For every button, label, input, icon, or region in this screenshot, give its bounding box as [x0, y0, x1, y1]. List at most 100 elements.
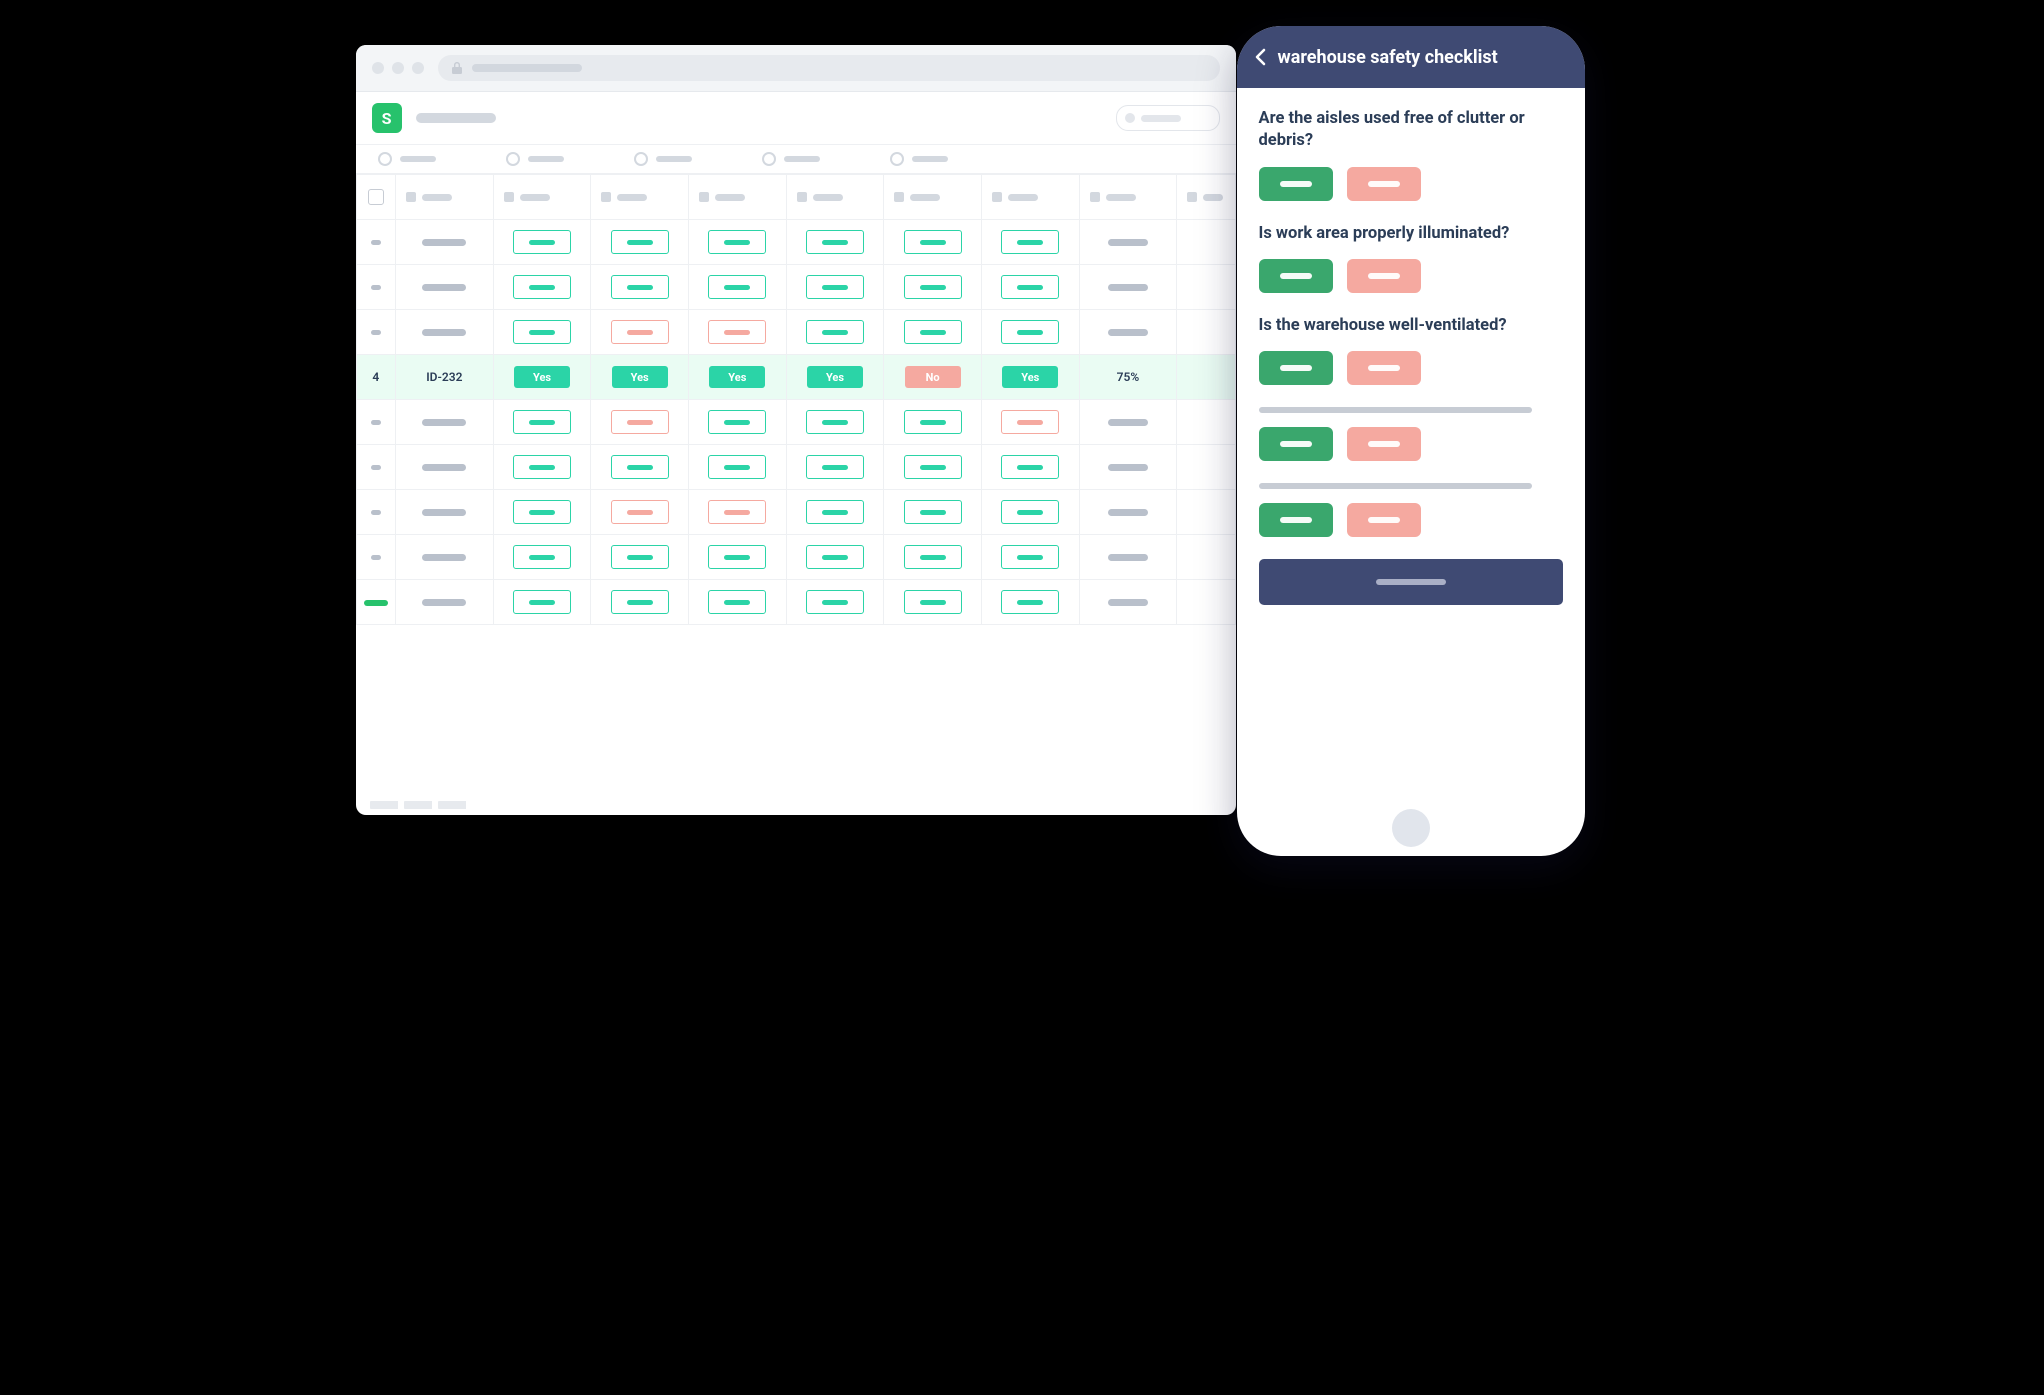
answer-cell [689, 400, 787, 445]
answer-yes-chip [1001, 320, 1059, 344]
table-row[interactable] [356, 445, 1235, 490]
percent-placeholder [1108, 239, 1148, 246]
index-placeholder [371, 330, 381, 335]
address-bar[interactable] [438, 55, 1220, 81]
answer-yes-chip [513, 275, 571, 299]
filter-tab[interactable] [378, 152, 436, 166]
answer-cell: Yes [493, 355, 591, 400]
index-placeholder [371, 555, 381, 560]
answer-yes-chip [513, 590, 571, 614]
index-placeholder [371, 465, 381, 470]
filter-tab[interactable] [762, 152, 820, 166]
answer-no-button[interactable] [1347, 351, 1421, 385]
answer-cell [981, 580, 1079, 625]
user-menu[interactable] [1116, 105, 1220, 131]
phone-mock: warehouse safety checklist Are the aisle… [1237, 26, 1585, 856]
answer-yes-chip [708, 545, 766, 569]
answer-yes-chip [1001, 590, 1059, 614]
column-header[interactable] [689, 175, 787, 220]
column-header[interactable] [981, 175, 1079, 220]
column-header[interactable] [884, 175, 982, 220]
back-icon[interactable] [1255, 48, 1266, 66]
answer-cell [884, 535, 982, 580]
question-placeholder [1259, 407, 1533, 413]
index-placeholder [371, 510, 381, 515]
home-indicator[interactable] [1237, 800, 1585, 856]
id-placeholder [422, 329, 466, 336]
answer-cell [493, 400, 591, 445]
row-percent [1079, 535, 1177, 580]
window-dot[interactable] [372, 62, 384, 74]
answer-yes-chip [513, 230, 571, 254]
answer-cell [981, 445, 1079, 490]
table-row[interactable] [356, 265, 1235, 310]
answer-no-button[interactable] [1347, 167, 1421, 201]
window-dot[interactable] [412, 62, 424, 74]
answer-cell [689, 535, 787, 580]
answer-cell [591, 445, 689, 490]
answer-yes-chip: Yes [514, 366, 570, 388]
id-placeholder [422, 464, 466, 471]
filter-tab[interactable] [506, 152, 564, 166]
column-header[interactable] [591, 175, 689, 220]
question-text: Is the warehouse well-ventilated? [1259, 315, 1563, 337]
column-header[interactable] [786, 175, 884, 220]
answer-yes-chip [611, 590, 669, 614]
question-placeholder [1259, 483, 1533, 489]
table-row[interactable] [356, 535, 1235, 580]
answer-no-chip [611, 410, 669, 434]
answer-cell [981, 220, 1079, 265]
column-header[interactable] [1079, 175, 1177, 220]
percent-placeholder [1108, 284, 1148, 291]
answer-cell [591, 580, 689, 625]
answer-cell [884, 490, 982, 535]
answer-cell [786, 400, 884, 445]
table-row[interactable] [356, 580, 1235, 625]
select-all-header[interactable] [356, 175, 396, 220]
answer-no-button[interactable] [1347, 503, 1421, 537]
answer-cell [786, 535, 884, 580]
user-name-placeholder [1141, 115, 1181, 122]
row-index [356, 220, 396, 265]
answer-no-chip [1001, 410, 1059, 434]
footer-accent [364, 600, 388, 606]
column-header[interactable] [493, 175, 591, 220]
answer-yes-chip [806, 545, 864, 569]
column-header[interactable] [396, 175, 494, 220]
phone-title: warehouse safety checklist [1278, 47, 1498, 68]
filter-tab[interactable] [890, 152, 948, 166]
table-row[interactable]: 4ID-232YesYesYesYesNoYes75% [356, 355, 1235, 400]
app-logo[interactable]: S [372, 103, 402, 133]
percent-placeholder [1108, 599, 1148, 606]
answer-cell [689, 445, 787, 490]
row-id [396, 310, 494, 355]
window-controls[interactable] [372, 62, 424, 74]
answer-yes-button[interactable] [1259, 503, 1333, 537]
answer-cell [591, 265, 689, 310]
filter-tab[interactable] [634, 152, 692, 166]
answer-no-button[interactable] [1347, 427, 1421, 461]
answer-cell [884, 310, 982, 355]
answer-cell [981, 265, 1079, 310]
answer-yes-chip [1001, 500, 1059, 524]
answer-yes-chip [806, 275, 864, 299]
table-row[interactable] [356, 220, 1235, 265]
answer-cell [884, 580, 982, 625]
window-dot[interactable] [392, 62, 404, 74]
answer-yes-button[interactable] [1259, 351, 1333, 385]
table-row[interactable] [356, 490, 1235, 535]
answer-yes-chip [904, 545, 962, 569]
address-placeholder [472, 64, 582, 72]
answer-yes-chip [708, 455, 766, 479]
answer-yes-button[interactable] [1259, 167, 1333, 201]
answer-yes-button[interactable] [1259, 259, 1333, 293]
answer-yes-chip [806, 500, 864, 524]
table-header-row [356, 175, 1235, 220]
answer-no-button[interactable] [1347, 259, 1421, 293]
submit-button[interactable] [1259, 559, 1563, 605]
answer-yes-chip: Yes [807, 366, 863, 388]
table-row[interactable] [356, 400, 1235, 445]
answer-yes-button[interactable] [1259, 427, 1333, 461]
table-row[interactable] [356, 310, 1235, 355]
answer-cell [591, 400, 689, 445]
